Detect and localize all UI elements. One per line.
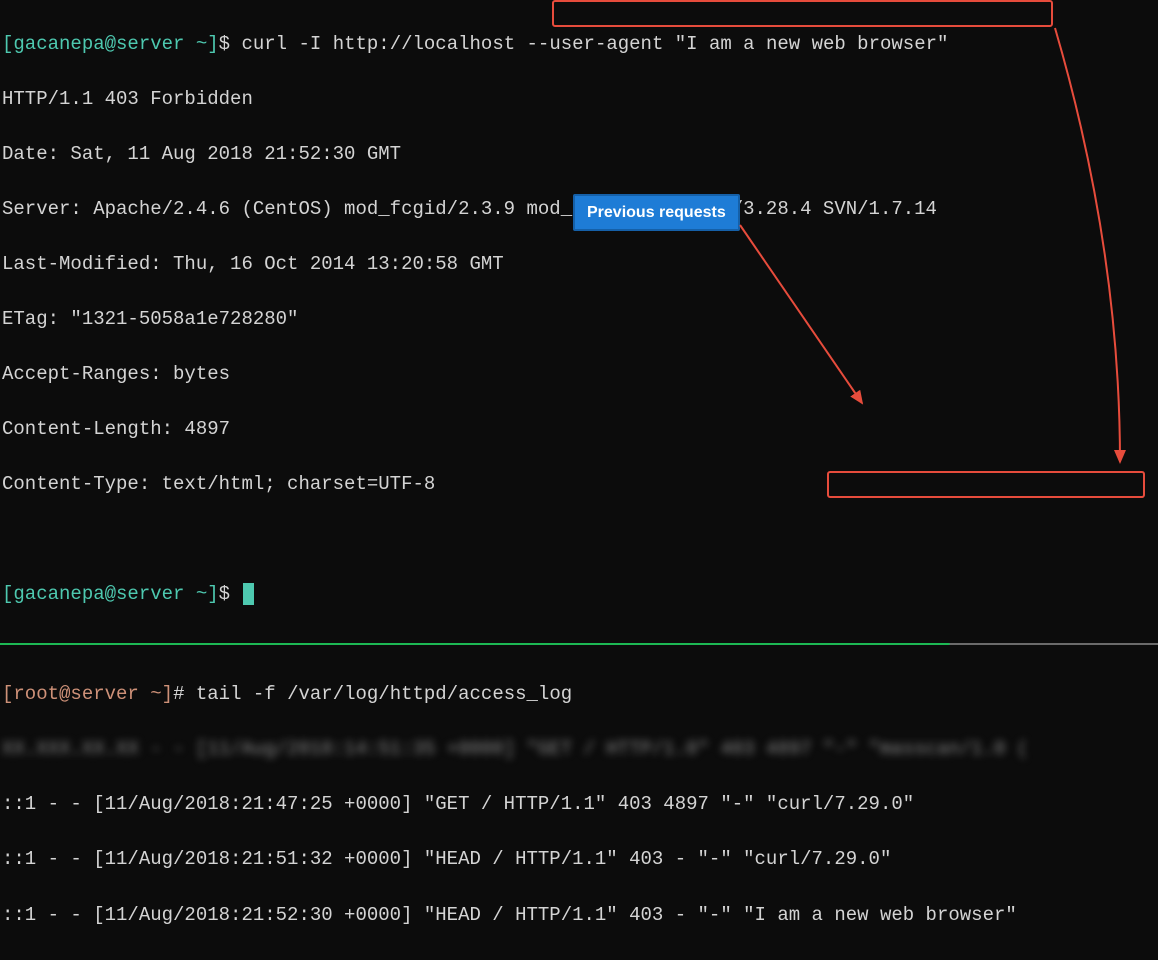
log-line: ::1 - - [11/Aug/2018:21:47:25 +0000] "GE… [2,791,1156,819]
root-prompt-path: ~ [139,683,162,705]
prompt-open-bracket: [ [2,33,13,55]
tail-command: tail -f /var/log/httpd/access_log [184,683,572,705]
prompt-open-bracket: [ [2,583,13,605]
output-line: ETag: "1321-5058a1e728280" [2,306,1156,334]
log-line: ::1 - - [11/Aug/2018:21:52:30 +0000] "HE… [2,902,1156,930]
prompt-path: ~ [184,583,207,605]
root-prompt-symbol: # [173,683,184,705]
prompt-at: @ [105,33,116,55]
output-line: Content-Length: 4897 [2,416,1156,444]
prompt-path: ~ [184,33,207,55]
root-command-line: [root@server ~]# tail -f /var/log/httpd/… [2,681,1156,709]
bottom-terminal: [root@server ~]# tail -f /var/log/httpd/… [0,651,1158,960]
command-line-2: [gacanepa@server ~]$ [2,581,1156,609]
prompt-close-bracket: ] [207,33,218,55]
terminal-divider [0,643,1158,645]
prompt-user: gacanepa [13,33,104,55]
prompt-at: @ [105,583,116,605]
output-line: Content-Type: text/html; charset=UTF-8 [2,471,1156,499]
log-line: ::1 - - [11/Aug/2018:21:51:32 +0000] "HE… [2,846,1156,874]
blurred-log-line: XX.XXX.XX.XX - - [11/Aug/2018:14:51:35 +… [2,736,1156,764]
prompt-symbol: $ [219,583,230,605]
annotation-label: Previous requests [573,194,740,231]
root-prompt-open: [ [2,683,13,705]
output-line: Last-Modified: Thu, 16 Oct 2014 13:20:58… [2,251,1156,279]
output-line: Accept-Ranges: bytes [2,361,1156,389]
root-prompt-close: ] [162,683,173,705]
root-prompt-at: @ [59,683,70,705]
prompt-symbol: $ [219,33,230,55]
command-line-1: [gacanepa@server ~]$ curl -I http://loca… [2,31,1156,59]
empty-line [2,526,1156,554]
output-line: HTTP/1.1 403 Forbidden [2,86,1156,114]
prompt-host: server [116,33,184,55]
command-text-part2: --user-agent "I am a new web browser" [527,33,949,55]
log-line-left: ::1 - - [11/Aug/2018:21:52:30 +0000] "HE… [2,904,743,926]
root-prompt-user: root [13,683,59,705]
prompt-close-bracket: ] [207,583,218,605]
cursor-icon [243,583,254,605]
root-prompt-host: server [70,683,138,705]
prompt-user: gacanepa [13,583,104,605]
output-line: Date: Sat, 11 Aug 2018 21:52:30 GMT [2,141,1156,169]
command-text-part1: curl -I http://localhost [230,33,526,55]
prompt-host: server [116,583,184,605]
log-line-boxed: "I am a new web browser" [743,904,1017,926]
top-terminal: [gacanepa@server ~]$ curl -I http://loca… [0,0,1158,640]
